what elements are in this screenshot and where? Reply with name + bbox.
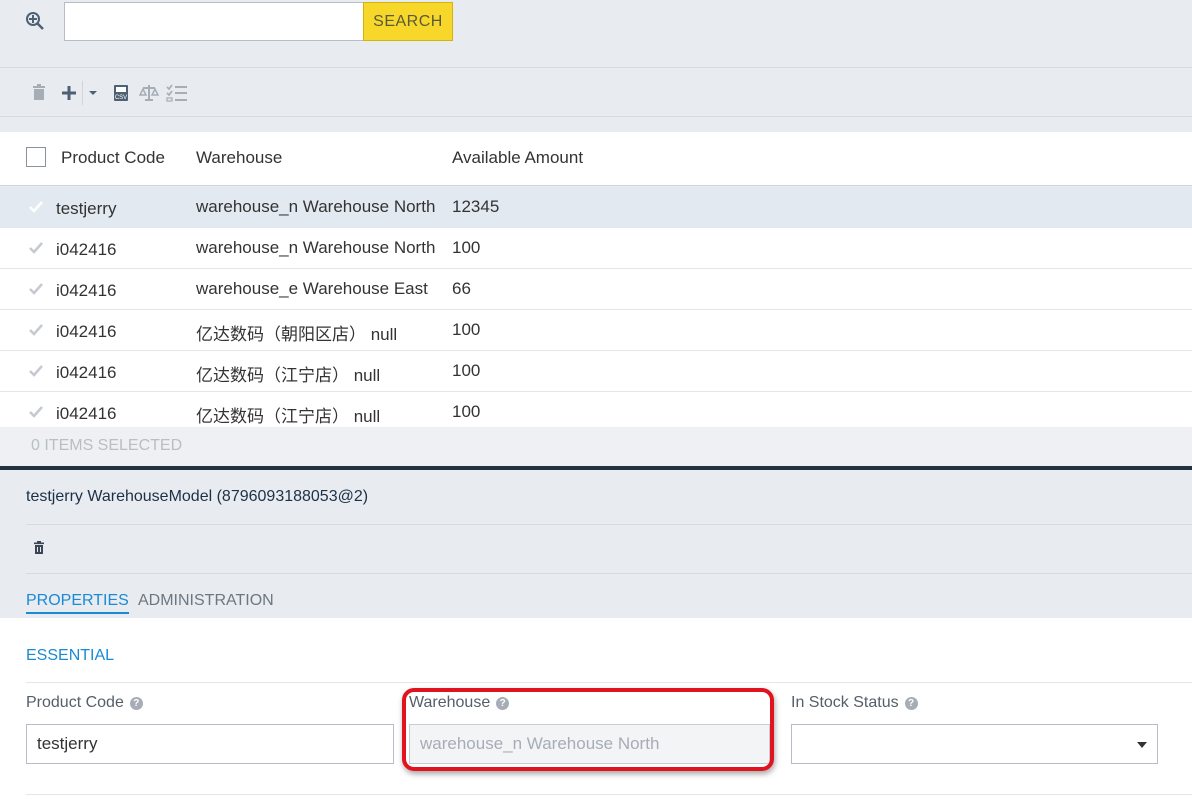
cell-available-amount: 100 <box>452 402 481 421</box>
selection-status-bar: 0 ITEMS SELECTED <box>0 427 1192 466</box>
in-stock-status-select[interactable] <box>791 724 1158 764</box>
table-row[interactable]: i042416 亿达数码（江宁店） null 100 <box>0 392 1192 427</box>
in-stock-status-label-text: In Stock Status <box>791 694 899 711</box>
check-icon[interactable] <box>28 404 44 420</box>
checklist-icon[interactable] <box>166 83 187 103</box>
search-input[interactable] <box>64 2 364 41</box>
table-row[interactable]: i042416 warehouse_n Warehouse North 100 <box>0 228 1192 269</box>
cell-available-amount: 100 <box>452 320 481 339</box>
svg-text:CSV: CSV <box>115 95 127 101</box>
editor-divider[interactable] <box>0 466 1192 470</box>
delete-icon[interactable] <box>31 83 51 103</box>
search-button[interactable]: SEARCH <box>363 2 453 41</box>
check-icon[interactable] <box>28 281 44 297</box>
table-header: Product Code Warehouse Available Amount <box>0 132 1192 186</box>
list-toolbar: CSV <box>0 69 1192 117</box>
separator <box>26 682 1192 683</box>
cell-product-code: i042416 <box>56 281 117 300</box>
items-selected-count: 0 ITEMS SELECTED <box>31 437 183 454</box>
check-icon[interactable] <box>28 363 44 379</box>
cell-warehouse: warehouse_e Warehouse East <box>196 279 428 298</box>
in-stock-status-label: In Stock Status ? <box>791 694 918 712</box>
cell-product-code: i042416 <box>56 322 117 341</box>
check-icon[interactable] <box>28 199 44 215</box>
separator <box>26 524 1192 525</box>
cell-product-code: i042416 <box>56 240 117 259</box>
cell-available-amount: 100 <box>452 361 481 380</box>
cell-available-amount: 66 <box>452 279 471 298</box>
warehouse-field: warehouse_n Warehouse North <box>409 724 770 764</box>
properties-panel: ESSENTIAL Product Code ? testjerry Wareh… <box>0 618 1192 807</box>
product-code-field[interactable]: testjerry <box>26 724 394 764</box>
section-heading-essential: ESSENTIAL <box>26 647 115 664</box>
cell-available-amount: 12345 <box>452 197 500 216</box>
check-icon[interactable] <box>28 240 44 256</box>
table-row[interactable]: i042416 warehouse_e Warehouse East 66 <box>0 269 1192 310</box>
column-header-warehouse[interactable]: Warehouse <box>196 148 282 168</box>
cell-warehouse: warehouse_n Warehouse North <box>196 238 436 257</box>
cell-warehouse: 亿达数码（江宁店） null <box>196 407 381 426</box>
table-row[interactable]: i042416 亿达数码（朝阳区店） null 100 <box>0 310 1192 351</box>
cell-warehouse: 亿达数码（朝阳区店） null <box>196 325 398 344</box>
delete-icon[interactable] <box>32 540 48 556</box>
table-body: testjerry warehouse_n Warehouse North 12… <box>0 187 1192 427</box>
compare-icon[interactable] <box>138 83 160 103</box>
cell-available-amount: 100 <box>452 238 481 257</box>
toolbar-divider <box>82 81 83 105</box>
product-code-label-text: Product Code <box>26 694 124 711</box>
chevron-down-icon[interactable] <box>1137 742 1147 748</box>
help-icon[interactable]: ? <box>904 696 918 710</box>
column-header-available-amount[interactable]: Available Amount <box>452 148 583 168</box>
column-header-product-code[interactable]: Product Code <box>61 148 165 168</box>
editor-title: testjerry WarehouseModel (8796093188053@… <box>26 488 369 505</box>
separator <box>26 794 1192 795</box>
tab-properties[interactable]: PROPERTIES <box>26 592 129 614</box>
help-icon[interactable]: ? <box>129 696 143 710</box>
help-icon[interactable]: ? <box>496 696 510 710</box>
cell-product-code: testjerry <box>56 199 117 218</box>
check-icon[interactable] <box>28 322 44 338</box>
cell-product-code: i042416 <box>56 404 117 423</box>
table-row[interactable]: testjerry warehouse_n Warehouse North 12… <box>0 187 1192 228</box>
select-all-checkbox[interactable] <box>26 147 46 167</box>
cell-warehouse: 亿达数码（江宁店） null <box>196 366 381 385</box>
tab-administration[interactable]: ADMINISTRATION <box>138 592 274 610</box>
warehouse-label-text: Warehouse <box>409 694 491 711</box>
cell-warehouse: warehouse_n Warehouse North <box>196 197 436 216</box>
table-row[interactable]: i042416 亿达数码（江宁店） null 100 <box>0 351 1192 392</box>
advanced-search-icon[interactable] <box>24 10 46 32</box>
separator <box>26 573 1192 574</box>
add-icon[interactable] <box>60 83 80 103</box>
product-code-label: Product Code ? <box>26 694 143 712</box>
warehouse-label: Warehouse ? <box>409 694 510 712</box>
csv-export-icon[interactable]: CSV <box>111 83 131 103</box>
cell-product-code: i042416 <box>56 363 117 382</box>
add-dropdown-icon[interactable] <box>86 83 106 103</box>
